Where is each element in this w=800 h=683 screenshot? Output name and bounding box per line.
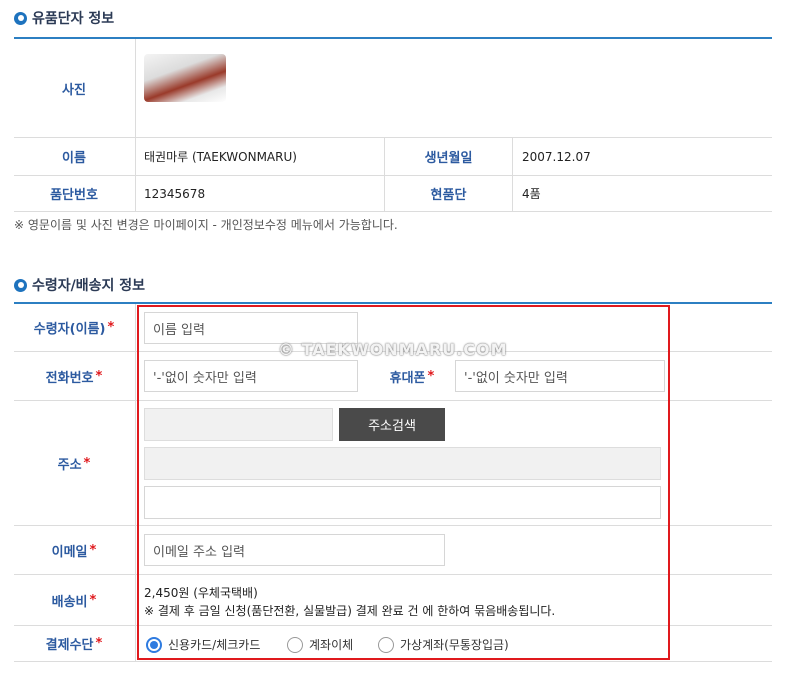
label-text: 주소 (57, 457, 82, 473)
watermark: © TAEKWONMARU.COM (278, 340, 508, 359)
section-divider (14, 302, 772, 304)
section-title-text: 유품단자 정보 (32, 11, 115, 27)
section-title-owner-info: 유품단자 정보 (14, 8, 114, 28)
divider (14, 661, 772, 662)
section-divider (14, 37, 772, 39)
label-text: 결제수단 (45, 638, 94, 653)
required-mark: * (83, 455, 91, 471)
value-name: 태권마루 (TAEKWONMARU) (144, 150, 297, 164)
info-note: ※ 영문이름 및 사진 변경은 마이페이지 - 개인정보수정 메뉴에서 가능합니… (14, 218, 398, 232)
label-text: 수령자(이름) (33, 322, 106, 337)
section-title-text: 수령자/배송지 정보 (32, 278, 146, 294)
value-current-rank: 4품 (522, 187, 541, 201)
label-text: 이메일 (51, 544, 88, 560)
bullet-icon (14, 278, 27, 292)
value-birth: 2007.12.07 (522, 149, 591, 164)
required-mark: * (89, 592, 97, 608)
value-number: 12345678 (144, 186, 206, 201)
label-payment: 결제수단 * (14, 627, 134, 660)
divider (135, 304, 136, 661)
divider (14, 211, 772, 212)
label-recipient: 수령자(이름) * (14, 305, 134, 350)
required-mark: * (95, 368, 103, 384)
label-phone: 전화번호 * (14, 353, 134, 399)
label-name: 이름 (14, 139, 134, 174)
profile-photo (144, 54, 226, 102)
section-title-recipient: 수령자/배송지 정보 (14, 275, 145, 295)
label-text: 전화번호 (45, 370, 94, 386)
label-current-rank: 현품단 (386, 177, 511, 210)
divider (14, 175, 772, 176)
required-mark: * (95, 636, 103, 651)
label-photo: 사진 (14, 40, 134, 136)
label-number: 품단번호 (14, 177, 134, 210)
divider (135, 39, 136, 212)
label-shipping: 배송비 * (14, 576, 134, 624)
divider (384, 138, 385, 211)
label-text: 배송비 (51, 594, 88, 610)
label-address: 주소 * (14, 402, 134, 524)
label-email: 이메일 * (14, 527, 134, 573)
divider (14, 137, 772, 138)
label-birth: 생년월일 (386, 139, 511, 174)
bullet-icon (14, 11, 27, 25)
required-mark: * (107, 320, 115, 335)
required-mark: * (89, 542, 97, 558)
divider (512, 138, 513, 211)
